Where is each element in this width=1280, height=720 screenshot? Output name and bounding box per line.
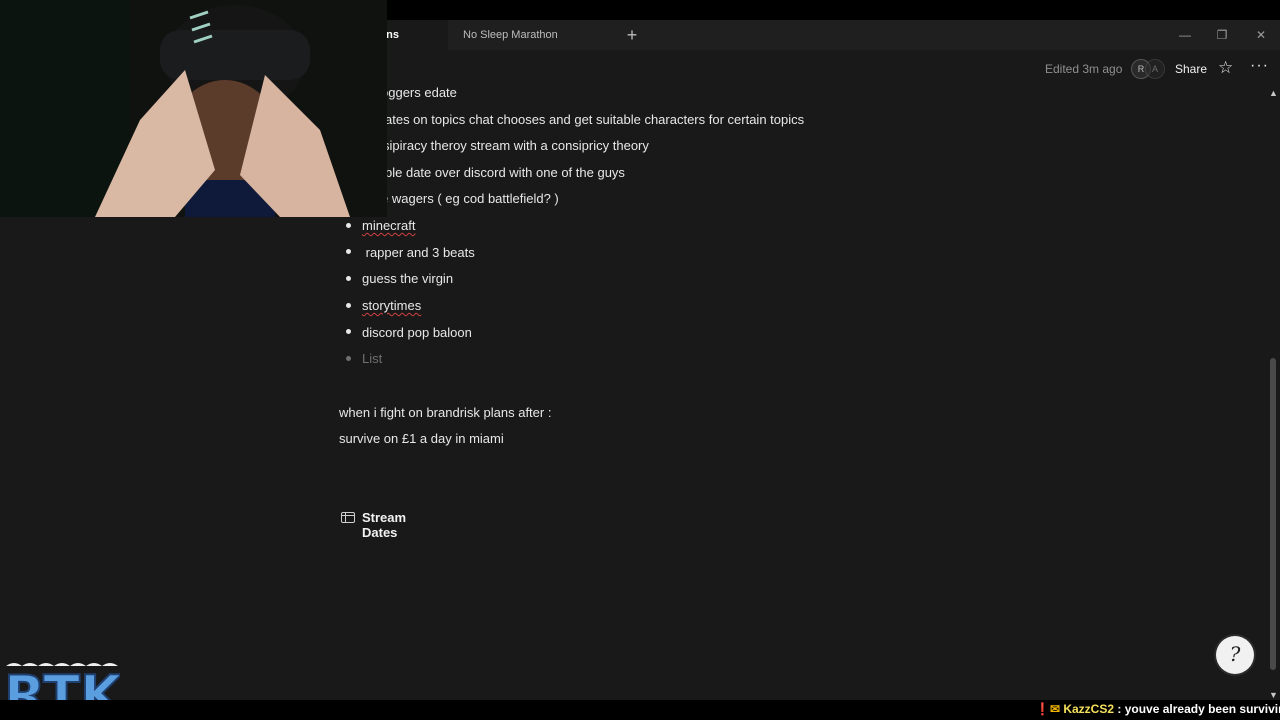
text-line[interactable]: sipiracy theroy stream with a consipricy… (383, 138, 649, 153)
favorite-star-icon[interactable]: ☆ (1218, 58, 1233, 78)
bullet-dot (346, 249, 351, 254)
stream-chat-bar: ❗✉ KazzCS2 : youve already been survivin… (0, 700, 1280, 720)
bullet-dot (346, 276, 351, 281)
edited-timestamp[interactable]: Edited 3m ago (1045, 62, 1122, 76)
scroll-up-arrow-icon[interactable]: ▲ (1269, 88, 1278, 98)
list-placeholder[interactable]: List (362, 351, 382, 366)
chat-badge-icon: ❗✉ (1035, 702, 1060, 716)
text-line[interactable]: e wagers ( eg cod battlefield? ) (381, 191, 559, 206)
chat-message: ❗✉ KazzCS2 : youve already been survivin… (1035, 702, 1280, 716)
minimize-icon[interactable]: — (1166, 20, 1204, 50)
bullet-dot (346, 223, 351, 228)
paragraph[interactable]: when i fight on brandrisk plans after : (339, 405, 551, 420)
list-item[interactable]: rapper and 3 beats (362, 245, 475, 260)
close-icon[interactable]: ✕ (1242, 20, 1280, 50)
chat-text: : youve already been surviving c (1117, 702, 1280, 716)
help-face-icon: ? (1229, 642, 1241, 666)
text-line[interactable]: ates on topics chat chooses and get suit… (385, 112, 804, 127)
chat-username: KazzCS2 (1063, 702, 1115, 716)
table-icon (341, 512, 355, 523)
list-item[interactable]: discord pop baloon (362, 325, 472, 340)
bullet-dot (346, 356, 351, 361)
avatar[interactable]: A (1145, 59, 1165, 79)
share-button[interactable]: Share (1175, 62, 1207, 76)
bullet-dot (346, 329, 351, 334)
more-options-icon[interactable]: ··· (1250, 57, 1269, 75)
collaborator-avatars[interactable]: R A (1131, 59, 1165, 79)
database-title[interactable]: Stream Dates (362, 510, 406, 540)
scroll-down-arrow-icon[interactable]: ▼ (1269, 690, 1278, 700)
scrollbar-thumb[interactable] (1270, 358, 1276, 670)
list-item[interactable]: storytimes (362, 298, 421, 313)
restore-icon[interactable]: ❐ (1203, 20, 1241, 50)
webcam-overlay (0, 0, 387, 217)
text-line[interactable]: oggers edate (381, 85, 457, 100)
scrollbar[interactable]: ▲ ▼ (1266, 88, 1280, 700)
new-tab-plus-icon[interactable]: + (622, 20, 642, 50)
help-button[interactable]: ? (1216, 636, 1254, 674)
text-line[interactable]: ble date over discord with one of the gu… (385, 165, 625, 180)
list-item[interactable]: guess the virgin (362, 271, 453, 286)
bullet-dot (346, 303, 351, 308)
paragraph[interactable]: survive on £1 a day in miami (339, 431, 504, 446)
list-item[interactable]: minecraft (362, 218, 415, 233)
webcam-feed-image (0, 0, 387, 217)
tab-no-sleep-marathon[interactable]: No Sleep Marathon (450, 20, 615, 50)
